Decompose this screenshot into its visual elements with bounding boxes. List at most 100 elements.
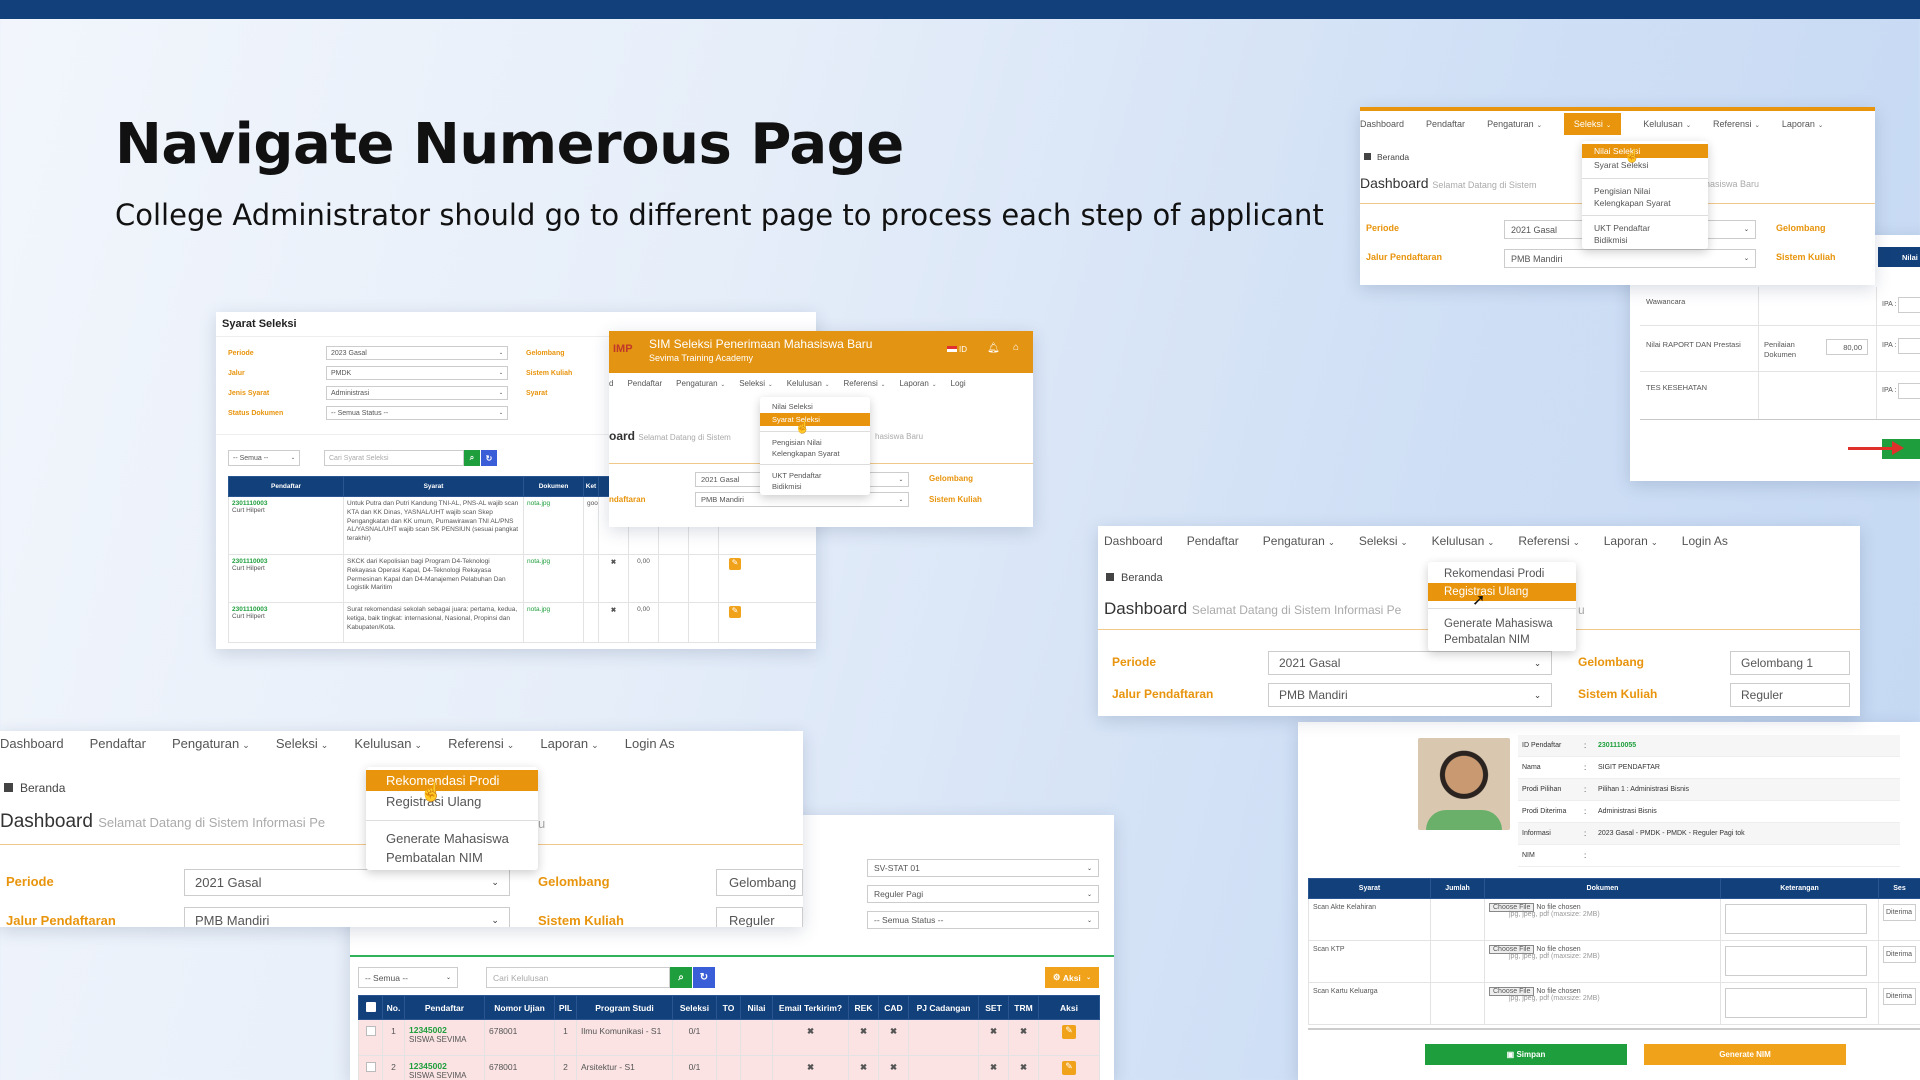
nav-pendaftar[interactable]: Pendaftar (90, 736, 146, 751)
sistem-kuliah-select[interactable]: Reguler (716, 907, 803, 927)
sistem-kuliah-select[interactable]: Reguler (1730, 683, 1850, 707)
edit-icon[interactable]: ✎ (1062, 1025, 1076, 1039)
menu-pengisian-nilai[interactable]: Pengisian Nilai (1582, 185, 1708, 197)
menu-pembatalan-nim[interactable]: Pembatalan NIM (1428, 632, 1576, 648)
applicant-id[interactable]: 2301110055 (1598, 742, 1636, 749)
menu-syarat-seleksi[interactable]: Syarat Seleksi (1582, 158, 1708, 172)
menu-ukt-pendaftar[interactable]: UKT Pendaftar (1582, 222, 1708, 234)
bell-icon[interactable]: 🔔︎ (987, 343, 1000, 354)
row-checkbox[interactable] (365, 1026, 376, 1036)
nav-seleksi[interactable]: Seleksi ⌄ (1359, 534, 1408, 548)
menu-kelengkapan-syarat[interactable]: Kelengkapan Syarat (760, 448, 870, 459)
status-dokumen-select[interactable]: -- Semua Status -- ⌄ (326, 406, 508, 420)
penilaian-input[interactable]: 80,00 (1826, 339, 1868, 355)
nav-seleksi[interactable]: Seleksi ⌄ (1563, 113, 1622, 135)
gelombang-select[interactable]: Gelombang 1 (1730, 651, 1850, 675)
nav-referensi[interactable]: Referensi ⌄ (1518, 534, 1579, 548)
menu-ukt-pendaftar[interactable]: UKT Pendaftar (760, 470, 870, 481)
menu-rekomendasi-prodi[interactable]: Rekomendasi Prodi (366, 770, 538, 791)
nav-referensi[interactable]: Referensi ⌄ (844, 379, 886, 388)
nav-referensi[interactable]: Referensi ⌄ (448, 736, 514, 751)
nav-dashboard[interactable]: Dashboard (1104, 534, 1163, 548)
applicant-id[interactable]: 2301110003 (232, 558, 340, 565)
jalur-select[interactable]: PMB Mandiri ⌄ (184, 907, 510, 927)
menu-generate-mahasiswa[interactable]: Generate Mahasiswa (1428, 616, 1576, 632)
nav-seleksi[interactable]: Seleksi ⌄ (276, 736, 329, 751)
nav-laporan[interactable]: Laporan ⌄ (540, 736, 598, 751)
menu-pembatalan-nim[interactable]: Pembatalan NIM (366, 848, 538, 867)
simpan-button[interactable]: ▣ Simpan (1425, 1044, 1627, 1065)
menu-pengisian-nilai[interactable]: Pengisian Nilai (760, 437, 870, 448)
periode-select[interactable]: 2021 Gasal ⌄ (184, 869, 510, 896)
keterangan-input[interactable] (1725, 946, 1867, 976)
status-select[interactable]: -- Semua Status -- ⌄ (867, 911, 1099, 929)
status-select[interactable]: Diterima (1883, 904, 1916, 921)
nav-pendaftar[interactable]: Pendaftar (627, 379, 662, 388)
filter-all-select[interactable]: -- Semua -- ⌄ (228, 450, 300, 466)
periode-select[interactable]: 2021 Gasal ⌄ (1268, 651, 1552, 675)
nav-dashboard[interactable]: Dashboard (1360, 119, 1404, 129)
nav-kelulusan[interactable]: Kelulusan ⌄ (354, 736, 422, 751)
refresh-button[interactable]: ↻ (481, 450, 497, 466)
search-input[interactable]: Cari Syarat Seleksi (324, 450, 464, 466)
nav-laporan[interactable]: Laporan ⌄ (1782, 119, 1823, 129)
applicant-id[interactable]: 12345002 (409, 1061, 480, 1071)
nav-kelulusan[interactable]: Kelulusan ⌄ (1432, 534, 1495, 548)
periode-select[interactable]: 2023 Gasal ⌄ (326, 346, 508, 360)
nav-dashboard[interactable]: d (609, 379, 613, 388)
gelombang-select[interactable]: Gelombang (716, 869, 803, 896)
generate-nim-button[interactable]: Generate NIM (1644, 1044, 1846, 1065)
menu-registrasi-ulang[interactable]: Registrasi Ulang (366, 791, 538, 812)
language-switch[interactable]: ID (947, 345, 967, 354)
sv-stat-select[interactable]: SV-STAT 01 ⌄ (867, 859, 1099, 877)
menu-nilai-seleksi[interactable]: Nilai Seleksi (1582, 144, 1708, 158)
document-link[interactable]: nota.jpg (523, 554, 584, 603)
nav-pendaftar[interactable]: Pendaftar (1426, 119, 1465, 129)
jenis-syarat-select[interactable]: Administrasi ⌄ (326, 386, 508, 400)
nav-seleksi[interactable]: Seleksi ⌄ (739, 379, 772, 388)
edit-icon[interactable]: ✎ (1062, 1061, 1076, 1075)
home-icon[interactable]: ⌂ (1013, 342, 1019, 353)
applicant-id[interactable]: 2301110003 (232, 606, 340, 613)
nav-pendaftar[interactable]: Pendaftar (1187, 534, 1239, 548)
jalur-select[interactable]: PMB Mandiri ⌄ (1268, 683, 1552, 707)
refresh-button[interactable]: ↻ (693, 967, 715, 988)
menu-registrasi-ulang[interactable]: Registrasi Ulang (1428, 583, 1576, 601)
nav-kelulusan[interactable]: Kelulusan ⌄ (787, 379, 830, 388)
jalur-select[interactable]: PMB Mandiri ⌄ (1504, 249, 1756, 268)
ipa-input[interactable] (1898, 383, 1920, 399)
nav-dashboard[interactable]: Dashboard (0, 736, 64, 751)
status-select[interactable]: Diterima (1883, 988, 1916, 1005)
row-checkbox[interactable] (365, 1062, 376, 1072)
nav-login-as[interactable]: Login As (625, 736, 675, 751)
ipa-input[interactable] (1898, 297, 1920, 313)
menu-nilai-seleksi[interactable]: Nilai Seleksi (760, 400, 870, 413)
nav-pengaturan[interactable]: Pengaturan ⌄ (172, 736, 250, 751)
aksi-button[interactable]: ⚙ Aksi ⌄ (1045, 967, 1099, 988)
nav-laporan[interactable]: Laporan ⌄ (899, 379, 936, 388)
document-link[interactable]: nota.jpg (523, 602, 584, 643)
applicant-id[interactable]: 12345002 (409, 1025, 480, 1035)
nav-pengaturan[interactable]: Pengaturan ⌄ (1487, 119, 1542, 129)
nav-pengaturan[interactable]: Pengaturan ⌄ (1263, 534, 1335, 548)
filter-all-select[interactable]: -- Semua -- ⌄ (358, 967, 458, 988)
nav-referensi[interactable]: Referensi ⌄ (1713, 119, 1760, 129)
edit-icon[interactable]: ✎ (729, 558, 741, 570)
nav-laporan[interactable]: Laporan ⌄ (1604, 534, 1658, 548)
select-all-checkbox[interactable] (358, 995, 383, 1020)
search-button[interactable]: ⌕ (464, 450, 480, 466)
search-button[interactable]: ⌕ (670, 967, 692, 988)
status-select[interactable]: Diterima (1883, 946, 1916, 963)
keterangan-input[interactable] (1725, 904, 1867, 934)
menu-bidikmisi[interactable]: Bidikmisi (1582, 234, 1708, 246)
menu-rekomendasi-prodi[interactable]: Rekomendasi Prodi (1428, 565, 1576, 583)
nav-login-as[interactable]: Login As (1682, 534, 1728, 548)
nav-kelulusan[interactable]: Kelulusan ⌄ (1643, 119, 1691, 129)
reguler-select[interactable]: Reguler Pagi ⌄ (867, 885, 1099, 903)
nav-pengaturan[interactable]: Pengaturan ⌄ (676, 379, 725, 388)
edit-icon[interactable]: ✎ (729, 606, 741, 618)
jalur-select[interactable]: PMDK ⌄ (326, 366, 508, 380)
applicant-id[interactable]: 2301110003 (232, 500, 340, 507)
menu-syarat-seleksi[interactable]: Syarat Seleksi (760, 413, 870, 426)
menu-bidikmisi[interactable]: Bidikmisi (760, 481, 870, 492)
